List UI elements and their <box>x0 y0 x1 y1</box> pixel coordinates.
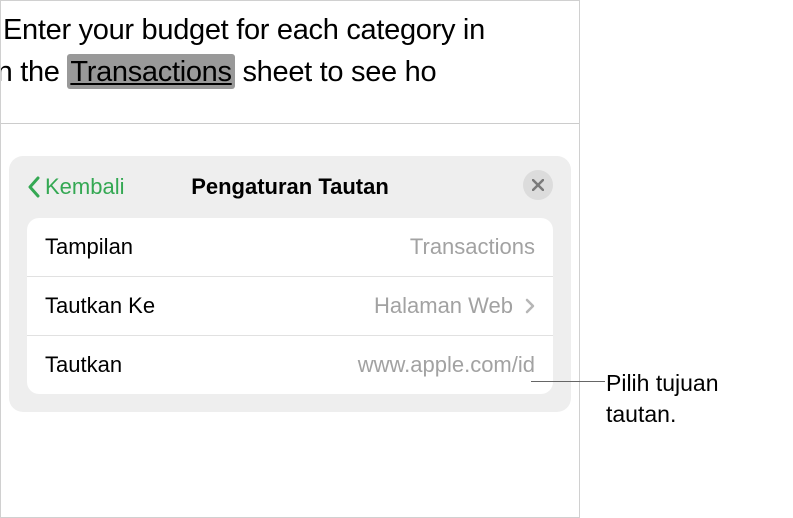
callout-line-2: tautan. <box>606 399 719 430</box>
callout-line-1: Pilih tujuan <box>606 368 719 399</box>
popover-header: Kembali Pengaturan Tautan <box>27 170 553 204</box>
callout-leader-line <box>531 381 605 382</box>
link-url-label: Tautkan <box>45 352 122 378</box>
close-icon <box>532 179 544 191</box>
link-to-value-text: Halaman Web <box>374 293 513 319</box>
display-value: Transactions <box>410 234 535 260</box>
link-to-row[interactable]: Tautkan Ke Halaman Web <box>27 277 553 336</box>
display-label: Tampilan <box>45 234 133 260</box>
display-row[interactable]: Tampilan Transactions <box>27 218 553 277</box>
settings-list: Tampilan Transactions Tautkan Ke Halaman… <box>27 218 553 394</box>
selected-link-text[interactable]: Transactions <box>67 54 234 89</box>
app-window: Enter your budget for each category in n… <box>0 0 580 518</box>
document-line-2: ns on the Transactions sheet to see ho <box>0 51 579 93</box>
line2-suffix: sheet to see ho <box>235 56 437 88</box>
callout-annotation: Pilih tujuan tautan. <box>606 368 719 430</box>
link-url-value: www.apple.com/id <box>358 352 535 378</box>
popover-container: Kembali Pengaturan Tautan Tampilan Trans… <box>1 124 579 420</box>
link-to-label: Tautkan Ke <box>45 293 155 319</box>
back-button[interactable]: Kembali <box>27 174 124 200</box>
document-content: Enter your budget for each category in n… <box>1 1 579 123</box>
close-button[interactable] <box>523 170 553 200</box>
chevron-right-icon <box>525 298 535 314</box>
document-line-1: Enter your budget for each category in <box>1 9 579 51</box>
chevron-left-icon <box>27 176 41 198</box>
link-to-value: Halaman Web <box>374 293 535 319</box>
link-url-row[interactable]: Tautkan www.apple.com/id <box>27 336 553 394</box>
back-label: Kembali <box>45 174 124 200</box>
link-settings-popover: Kembali Pengaturan Tautan Tampilan Trans… <box>9 156 571 412</box>
line2-prefix: ns on the <box>0 56 67 88</box>
